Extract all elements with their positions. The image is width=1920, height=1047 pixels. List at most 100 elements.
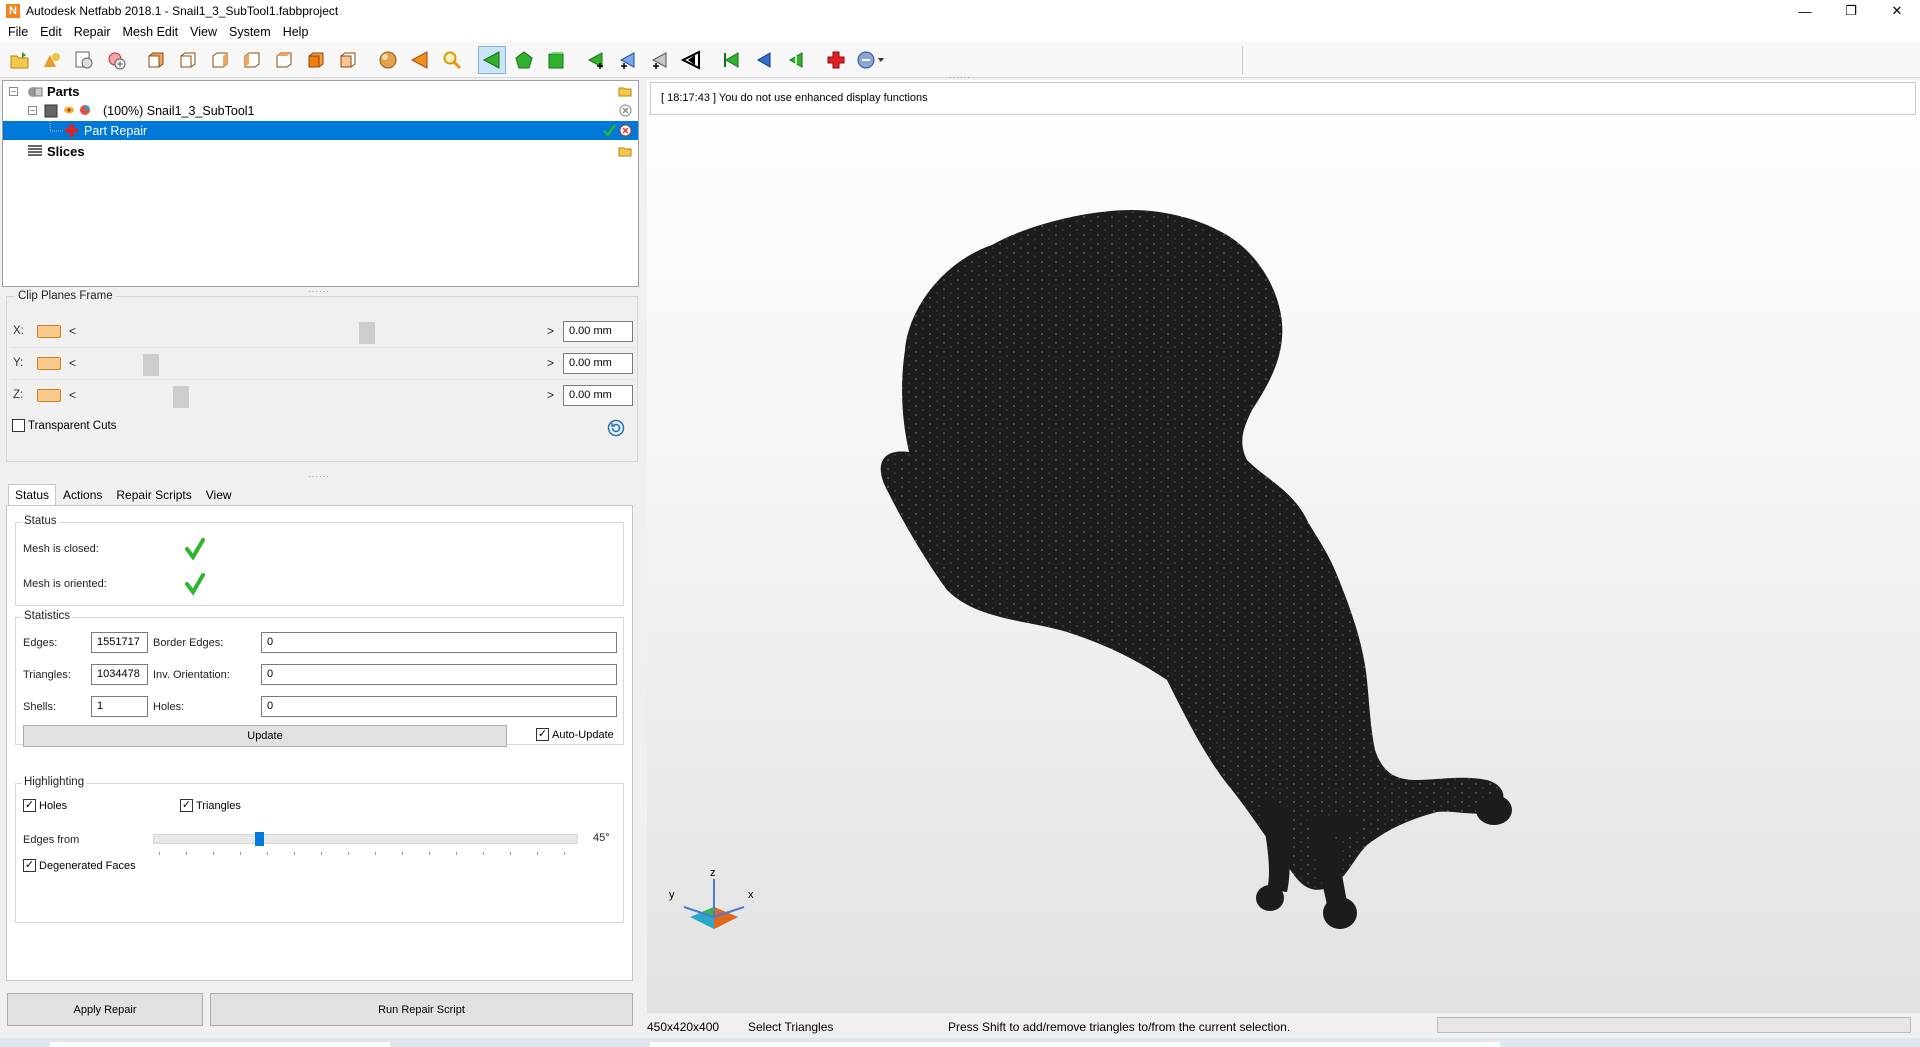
select-triangles-icon[interactable] [478, 45, 506, 74]
apply-repair-button[interactable]: Apply Repair [7, 993, 203, 1026]
clip-y-right-arrow[interactable]: > [547, 356, 554, 370]
tree-row-parts[interactable]: − Parts [3, 82, 638, 101]
part-visibility-icon[interactable] [63, 105, 75, 115]
view-top-icon[interactable] [270, 46, 298, 74]
degenerated-faces-checkbox[interactable]: ✓ [23, 859, 36, 872]
menu-system[interactable]: System [223, 25, 277, 39]
apply-check-icon[interactable] [603, 124, 616, 137]
auto-update-checkbox[interactable]: ✓ [536, 728, 549, 741]
view-back-icon[interactable] [174, 46, 202, 74]
parts-open-folder-icon[interactable] [618, 85, 632, 97]
snail-mesh[interactable] [647, 80, 1920, 1012]
edges-angle-thumb[interactable] [255, 832, 264, 846]
tab-actions[interactable]: Actions [56, 484, 109, 506]
help-dropdown-icon[interactable] [854, 46, 888, 74]
repair-cross-icon[interactable] [822, 46, 850, 74]
transparent-cuts-checkbox[interactable] [12, 419, 25, 432]
triangle-left-orange-icon[interactable] [406, 46, 434, 74]
clip-z-thumb[interactable] [173, 386, 189, 408]
menu-file[interactable]: File [2, 25, 34, 39]
view-front-icon[interactable] [142, 46, 170, 74]
clip-y-toggle[interactable] [37, 357, 61, 370]
degenerated-faces-option[interactable]: ✓ Degenerated Faces [23, 859, 136, 872]
run-repair-script-button[interactable]: Run Repair Script [210, 993, 633, 1026]
view-bottom-icon[interactable] [302, 46, 330, 74]
clip-y-thumb[interactable] [143, 354, 159, 376]
select-shell-icon[interactable] [542, 46, 570, 74]
view-iso-icon[interactable] [334, 46, 362, 74]
collapse-part-icon[interactable]: − [28, 106, 37, 115]
reset-clip-icon[interactable] [607, 419, 625, 437]
splitter-handle[interactable]: ······ [304, 473, 334, 481]
blue-arrow-left-icon[interactable] [750, 46, 778, 74]
menu-mesh-edit[interactable]: Mesh Edit [117, 25, 185, 39]
clip-y-slider[interactable] [79, 354, 547, 376]
clip-x-toggle[interactable] [37, 325, 61, 338]
clip-z-slider[interactable] [79, 386, 547, 408]
edges-angle-slider[interactable] [153, 834, 578, 844]
tab-view[interactable]: View [199, 484, 239, 506]
cancel-repair-icon[interactable] [619, 124, 632, 137]
highlighting-title: Highlighting [22, 776, 87, 788]
triangles-checkbox[interactable]: ✓ [180, 799, 193, 812]
clip-x-slider[interactable] [79, 322, 547, 344]
green-split-triangle-icon[interactable] [782, 46, 810, 74]
remove-part-icon[interactable] [619, 104, 632, 117]
zoom-icon[interactable] [438, 46, 466, 74]
update-button[interactable]: Update [23, 725, 507, 747]
view-right-icon[interactable] [238, 46, 266, 74]
blue-triangle-plus-icon[interactable] [614, 46, 642, 74]
clip-z-toggle[interactable] [37, 389, 61, 402]
tab-status[interactable]: Status [8, 484, 57, 506]
menu-repair[interactable]: Repair [68, 25, 117, 39]
sphere-icon[interactable] [374, 46, 402, 74]
inv-orientation-field[interactable]: 0 [261, 664, 617, 685]
transparent-cuts-option[interactable]: Transparent Cuts [12, 419, 116, 432]
clip-x-right-arrow[interactable]: > [547, 324, 554, 338]
menu-help[interactable]: Help [277, 25, 315, 39]
add-triangle-icon[interactable] [582, 46, 610, 74]
add-part-icon[interactable] [38, 46, 66, 74]
clip-x-left-arrow[interactable]: < [69, 324, 76, 338]
tree-row-part[interactable]: − (100%) Snail1_3_SubTool1 [3, 101, 638, 120]
clip-z-right-arrow[interactable]: > [547, 388, 554, 402]
green-arrow-left-icon[interactable] [718, 46, 746, 74]
collapse-parts-icon[interactable]: − [9, 87, 18, 96]
triangles-option[interactable]: ✓ Triangles [180, 799, 241, 812]
part-color-icon[interactable] [79, 104, 91, 116]
open-project-icon[interactable] [6, 46, 34, 74]
clip-z-input[interactable]: 0.00 mm [563, 385, 633, 406]
black-triangle-icon[interactable] [678, 46, 706, 74]
splitter-handle[interactable]: ······ [304, 288, 334, 296]
slices-open-folder-icon[interactable] [618, 145, 632, 157]
close-button[interactable]: ✕ [1874, 0, 1920, 22]
minimize-button[interactable]: — [1782, 0, 1828, 22]
holes-checkbox[interactable]: ✓ [23, 799, 36, 812]
tree-row-slices[interactable]: Slices [3, 141, 638, 160]
clip-y-input[interactable]: 0.00 mm [563, 353, 633, 374]
view-left-icon[interactable] [206, 46, 234, 74]
border-edges-field[interactable]: 0 [261, 632, 617, 653]
holes-field[interactable]: 0 [261, 696, 617, 717]
restore-button[interactable]: ❐ [1828, 0, 1874, 22]
import-part-icon[interactable] [70, 46, 98, 74]
grey-triangle-icon[interactable] [646, 46, 674, 74]
menu-edit[interactable]: Edit [34, 25, 68, 39]
triangles-field[interactable]: 1034478 [91, 664, 148, 685]
clip-z-left-arrow[interactable]: < [69, 388, 76, 402]
menu-view[interactable]: View [184, 25, 223, 39]
add-support-icon[interactable] [102, 46, 130, 74]
edges-field[interactable]: 1551717 [91, 632, 148, 653]
clip-y-left-arrow[interactable]: < [69, 356, 76, 370]
holes-option[interactable]: ✓ Holes [23, 799, 67, 812]
select-surface-icon[interactable] [510, 46, 538, 74]
clip-x-thumb[interactable] [359, 322, 375, 344]
tree-connector [49, 121, 64, 132]
tree-row-part-repair[interactable]: Part Repair [3, 121, 638, 140]
shells-field[interactable]: 1 [91, 696, 148, 717]
auto-update-option[interactable]: ✓ Auto-Update [536, 728, 614, 741]
3d-viewport[interactable]: ······ z y x [647, 74, 1920, 1012]
tab-repair-scripts[interactable]: Repair Scripts [109, 484, 198, 506]
clip-x-input[interactable]: 0.00 mm [563, 321, 633, 342]
project-tree[interactable]: − Parts − (100%) Snail1_3_SubTool1 Part … [2, 80, 639, 287]
